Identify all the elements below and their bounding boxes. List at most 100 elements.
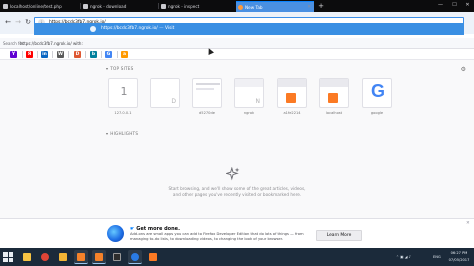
taskbar-app-explorer-2[interactable]: [56, 250, 70, 264]
folder-icon: [23, 253, 31, 261]
xampp-icon: [149, 253, 157, 261]
url-suggestion-row[interactable]: https://bcdc3fb7.ngrok.io/ — Visit: [34, 23, 464, 35]
firefox-developer-icon: [131, 253, 139, 261]
tile-screenshot: [196, 83, 220, 85]
tab-new-tab[interactable]: New Tab ✕: [236, 1, 314, 12]
top-site-tile[interactable]: 1: [108, 78, 138, 108]
tile-label: d5270de: [199, 111, 215, 115]
tab-ngrok-download[interactable]: ngrok - download: [81, 1, 158, 12]
folder-icon: [59, 253, 67, 261]
top-sites-heading[interactable]: ▾ TOP SITES: [106, 66, 133, 71]
tile-letter: 1: [120, 85, 128, 98]
taskbar-app-chrome[interactable]: [38, 250, 52, 264]
firefox-icon: [238, 5, 243, 10]
highlights-heading-text: HIGHLIGHTS: [110, 131, 139, 136]
new-tab-page: ▾ TOP SITES ⚙ 1 127.0.0.1 D d5270de N ngr…: [0, 60, 474, 242]
top-site-tile[interactable]: N: [234, 78, 264, 108]
terminal-icon: [113, 253, 121, 261]
windows-start-icon[interactable]: [3, 252, 13, 262]
yahoo-engine-icon[interactable]: Y: [10, 51, 17, 58]
google-engine-icon[interactable]: G: [105, 51, 112, 58]
tile-letter: N: [255, 98, 261, 105]
close-window-icon[interactable]: ✕: [462, 0, 473, 11]
taskbar-app-firefox-dev[interactable]: [128, 250, 142, 264]
one-off-search-header: Search for https://bcdc3fb7.ngrok.io/ wi…: [0, 38, 474, 49]
globe-icon: [90, 26, 96, 32]
reload-icon[interactable]: ↻: [23, 17, 33, 28]
new-tab-button[interactable]: +: [316, 1, 326, 11]
top-site-tile[interactable]: [277, 78, 307, 108]
google-icon: G: [370, 81, 385, 101]
sparkle-icon: [226, 167, 240, 181]
duckduckgo-engine-icon[interactable]: D: [74, 51, 81, 58]
search-query-text: https://bcdc3fb7.ngrok.io/ with:: [20, 41, 83, 46]
chevron-down-icon: ▾: [106, 131, 109, 136]
wikipedia-engine-icon[interactable]: W: [57, 51, 64, 58]
engine-separator: [85, 51, 86, 58]
back-arrow-icon[interactable]: ←: [3, 17, 13, 28]
top-sites-heading-text: TOP SITES: [110, 66, 134, 71]
snippet-banner: ☛ Get more done. Add-ons are small apps …: [0, 218, 474, 248]
taskbar-app-sublime[interactable]: [74, 250, 88, 264]
taskbar-app-terminal[interactable]: [110, 250, 124, 264]
sublime-text-icon: [77, 253, 85, 261]
top-site-tile[interactable]: D: [150, 78, 180, 108]
system-clock[interactable]: 06:27 PM 07/05/2017: [446, 250, 472, 263]
suggestion-action: Visit: [164, 26, 175, 31]
xampp-icon: [328, 93, 338, 103]
gear-icon[interactable]: ⚙: [461, 66, 466, 73]
maximize-icon[interactable]: ☐: [449, 0, 460, 11]
tile-label: google: [370, 111, 384, 115]
tab-label: localhost/online/test.php: [10, 4, 62, 9]
engine-separator: [101, 51, 102, 58]
taskbar-app-xampp[interactable]: [146, 250, 160, 264]
tile-screenshot: [320, 79, 348, 87]
forward-arrow-icon[interactable]: →: [13, 17, 23, 28]
one-off-search-engines: Y Я in W D b G a: [0, 49, 474, 60]
tile-label: ngrok: [243, 111, 255, 115]
suggestion-separator: —: [159, 26, 164, 31]
close-icon[interactable]: ✕: [466, 221, 470, 226]
close-tab-icon[interactable]: ✕: [307, 2, 311, 12]
bing-engine-icon[interactable]: b: [90, 51, 97, 58]
xampp-icon: [286, 93, 296, 103]
tile-screenshot: [278, 79, 306, 87]
clock-date: 07/05/2017: [448, 257, 470, 262]
engine-separator: [37, 51, 38, 58]
engine-separator: [52, 51, 53, 58]
tab-ngrok-inspect[interactable]: ngrok - inspect: [159, 1, 236, 12]
chevron-down-icon: ▾: [106, 66, 109, 71]
tile-label: localhost: [325, 111, 343, 115]
taskbar-app-file-explorer[interactable]: [20, 250, 34, 264]
page-icon: [161, 4, 166, 9]
linkedin-engine-icon[interactable]: in: [41, 51, 48, 58]
snippet-body: Add-ons are small apps you can add to Fi…: [130, 232, 304, 241]
yandex-engine-icon[interactable]: Я: [26, 51, 33, 58]
suggestion-url: https://bcdc3fb7.ngrok.io/: [101, 26, 158, 31]
engine-separator: [68, 51, 69, 58]
highlights-heading[interactable]: ▾ HIGHLIGHTS: [106, 131, 138, 136]
taskbar-app-sublime-2[interactable]: [92, 250, 106, 264]
amazon-engine-icon[interactable]: a: [121, 51, 128, 58]
page-icon: [3, 4, 8, 9]
minimize-icon[interactable]: —: [435, 0, 446, 11]
language-indicator[interactable]: ENG: [433, 248, 441, 266]
chrome-icon: [41, 253, 49, 261]
top-site-tile[interactable]: [192, 78, 222, 108]
tab-strip: localhost/online/test.php ngrok - downlo…: [0, 0, 474, 12]
tile-label: 127.0.0.1: [114, 111, 132, 115]
learn-more-button[interactable]: Learn More: [316, 230, 362, 241]
engine-separator: [117, 51, 118, 58]
top-site-tile[interactable]: [319, 78, 349, 108]
top-site-tile[interactable]: G: [362, 78, 392, 108]
tray-icons[interactable]: ⌃ ▣ ◢ ♪: [396, 248, 411, 266]
page-icon: [83, 4, 88, 9]
highlights-empty-message: Start browsing, and we'll show some of t…: [168, 186, 306, 197]
firefox-developer-logo: [107, 225, 124, 242]
tab-localhost-test[interactable]: localhost/online/test.php: [1, 1, 79, 12]
tile-screenshot: [196, 88, 214, 90]
suggestion-text: https://bcdc3fb7.ngrok.io/ — Visit: [101, 23, 174, 35]
tile-letter: D: [171, 98, 176, 105]
tab-label: ngrok - inspect: [168, 4, 200, 9]
tab-label: ngrok - download: [90, 4, 127, 9]
